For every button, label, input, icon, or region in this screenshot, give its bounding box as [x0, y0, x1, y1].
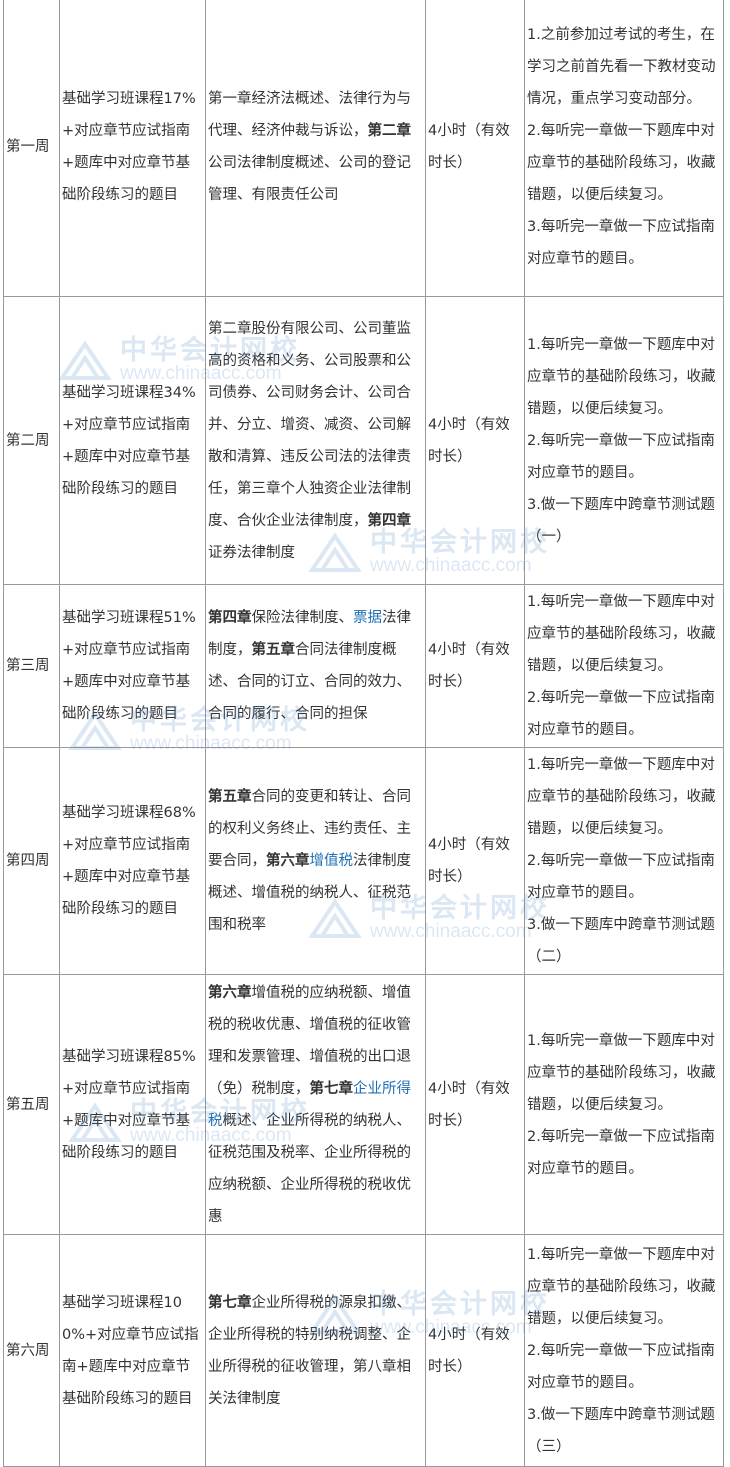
tips-cell: 1.每听完一章做一下题库中对应章节的基础阶段练习，收藏错题，以便后续复习。 2.每…	[524, 747, 724, 975]
tip-item: 3.做一下题库中跨章节测试题（一）	[527, 496, 715, 545]
table-row: 第四周 基础学习班课程68%+对应章节应试指南+题库中对应章节基础阶段练习的题目第…	[3, 747, 724, 975]
chapter-label: 第六章	[266, 853, 310, 869]
content-cell: 第二章股份有限公司、公司董监高的资格和义务、公司股票和公司债券、公司财务会计、公…	[205, 296, 426, 585]
week-cell: 第五周	[3, 974, 60, 1235]
week-cell: 第二周	[3, 296, 60, 585]
content-cell: 第四章保险法律制度、票据法律制度，第五章合同法律制度概述、合同的订立、合同的效力…	[205, 584, 426, 748]
tip-item: 2.每听完一章做一下应试指南对应章节的题目。	[527, 690, 715, 738]
tip-item: 1.每听完一章做一下题库中对应章节的基础阶段练习，收藏错题，以便后续复习。	[527, 594, 716, 674]
chapter-label: 第七章	[208, 1294, 252, 1311]
tip-item: 2.每听完一章做一下应试指南对应章节的题目。	[527, 1128, 715, 1177]
time-cell: 4小时（有效时长）	[425, 747, 525, 975]
course-cell: 基础学习班课程85%+对应章节应试指南+题库中对应章节基础阶段练习的题目	[59, 974, 206, 1235]
study-plan-table: 第一周 基础学习班课程17%+对应章节应试指南+题库中对应章节基础阶段练习的题目第…	[3, 0, 724, 1467]
time-cell: 4小时（有效时长）	[425, 584, 525, 748]
course-cell: 基础学习班课程68%+对应章节应试指南+题库中对应章节基础阶段练习的题目	[59, 747, 206, 975]
tips-cell: 1.之前参加过考试的考生，在学习之前首先看一下教材变动情况，重点学习变动部分。 2…	[524, 0, 724, 297]
tip-item: 2.每听完一章做一下题库中对应章节的基础阶段练习，收藏错题，以便后续复习。	[527, 122, 716, 203]
table-row: 第五周 基础学习班课程85%+对应章节应试指南+题库中对应章节基础阶段练习的题目第…	[3, 974, 724, 1235]
content-text: 保险法律制度、	[251, 610, 354, 626]
tip-item: 2.每听完一章做一下应试指南对应章节的题目。	[527, 1342, 715, 1391]
tips-cell: 1.每听完一章做一下题库中对应章节的基础阶段练习，收藏错题，以便后续复习。 2.每…	[524, 296, 724, 585]
tip-item: 2.每听完一章做一下应试指南对应章节的题目。	[527, 432, 715, 481]
tip-item: 1.每听完一章做一下题库中对应章节的基础阶段练习，收藏错题，以便后续复习。	[527, 757, 716, 837]
week-cell: 第一周	[3, 0, 60, 297]
tip-item: 3.做一下题库中跨章节测试题（三）	[527, 1406, 715, 1455]
chapter-label: 第五章	[251, 642, 296, 658]
content-cell: 第六章增值税的应纳税额、增值税的税收优惠、增值税的征收管理和发票管理、增值税的出…	[205, 974, 426, 1235]
tip-item: 3.做一下题库中跨章节测试题（二）	[527, 917, 715, 965]
tip-item: 3.每听完一章做一下应试指南对应章节的题目。	[527, 218, 715, 267]
content-cell: 第五章合同的变更和转让、合同的权利义务终止、违约责任、主要合同，第六章增值税法律…	[205, 747, 426, 975]
content-text: 第二章股份有限公司、公司董监高的资格和义务、公司股票和公司债券、公司财务会计、公…	[208, 320, 411, 529]
table-row: 第六周 基础学习班课程100%+对应章节应试指南+题库中对应章节基础阶段练习的题目…	[3, 1234, 724, 1467]
tip-item: 1.每听完一章做一下题库中对应章节的基础阶段练习，收藏错题，以便后续复习。	[527, 1246, 716, 1327]
keyword-link[interactable]: 票据	[353, 610, 382, 626]
table-row: 第一周 基础学习班课程17%+对应章节应试指南+题库中对应章节基础阶段练习的题目第…	[3, 0, 724, 297]
time-cell: 4小时（有效时长）	[425, 296, 525, 585]
tip-item: 1.之前参加过考试的考生，在学习之前首先看一下教材变动情况，重点学习变动部分。	[527, 26, 716, 107]
content-cell: 第七章企业所得税的源泉扣缴、企业所得税的特别纳税调整、企业所得税的征收管理，第八…	[205, 1234, 426, 1467]
study-plan-body: 第一周 基础学习班课程17%+对应章节应试指南+题库中对应章节基础阶段练习的题目第…	[3, 0, 724, 1467]
course-cell: 基础学习班课程34%+对应章节应试指南+题库中对应章节基础阶段练习的题目	[59, 296, 206, 585]
table-row: 第三周 基础学习班课程51%+对应章节应试指南+题库中对应章节基础阶段练习的题目第…	[3, 584, 724, 748]
week-cell: 第三周	[3, 584, 60, 748]
content-cell: 第一章经济法概述、法律行为与代理、经济仲裁与诉讼，第二章公司法律制度概述、公司的…	[205, 0, 426, 297]
content-text: 证券法律制度	[208, 544, 295, 561]
content-text: 公司法律制度概述、公司的登记管理、有限责任公司	[208, 154, 411, 203]
chapter-label: 第四章	[367, 512, 412, 529]
time-cell: 4小时（有效时长）	[425, 1234, 525, 1467]
time-cell: 4小时（有效时长）	[425, 974, 525, 1235]
tip-item: 2.每听完一章做一下应试指南对应章节的题目。	[527, 853, 715, 901]
tip-item: 1.每听完一章做一下题库中对应章节的基础阶段练习，收藏错题，以便后续复习。	[527, 1032, 716, 1113]
tips-cell: 1.每听完一章做一下题库中对应章节的基础阶段练习，收藏错题，以便后续复习。 2.每…	[524, 1234, 724, 1467]
course-cell: 基础学习班课程17%+对应章节应试指南+题库中对应章节基础阶段练习的题目	[59, 0, 206, 297]
tips-cell: 1.每听完一章做一下题库中对应章节的基础阶段练习，收藏错题，以便后续复习。 2.每…	[524, 974, 724, 1235]
course-cell: 基础学习班课程100%+对应章节应试指南+题库中对应章节基础阶段练习的题目	[59, 1234, 206, 1467]
week-cell: 第六周	[3, 1234, 60, 1467]
week-cell: 第四周	[3, 747, 60, 975]
content-text: 企业所得税的源泉扣缴、企业所得税的特别纳税调整、企业所得税的征收管理，第八章相关…	[208, 1294, 411, 1407]
chapter-label: 第七章	[309, 1080, 354, 1097]
table-row: 第二周 基础学习班课程34%+对应章节应试指南+题库中对应章节基础阶段练习的题目第…	[3, 296, 724, 585]
chapter-label: 第二章	[367, 122, 412, 139]
tip-item: 1.每听完一章做一下题库中对应章节的基础阶段练习，收藏错题，以便后续复习。	[527, 336, 716, 417]
course-cell: 基础学习班课程51%+对应章节应试指南+题库中对应章节基础阶段练习的题目	[59, 584, 206, 748]
time-cell: 4小时（有效时长）	[425, 0, 525, 297]
keyword-link[interactable]: 增值税	[310, 853, 354, 869]
chapter-label: 第五章	[208, 789, 252, 805]
content-text: 概述、企业所得税的纳税人、征税范围及税率、企业所得税的应纳税额、企业所得税的税收…	[208, 1112, 411, 1225]
chapter-label: 第六章	[208, 984, 252, 1001]
chapter-label: 第四章	[208, 610, 252, 626]
tips-cell: 1.每听完一章做一下题库中对应章节的基础阶段练习，收藏错题，以便后续复习。 2.每…	[524, 584, 724, 748]
